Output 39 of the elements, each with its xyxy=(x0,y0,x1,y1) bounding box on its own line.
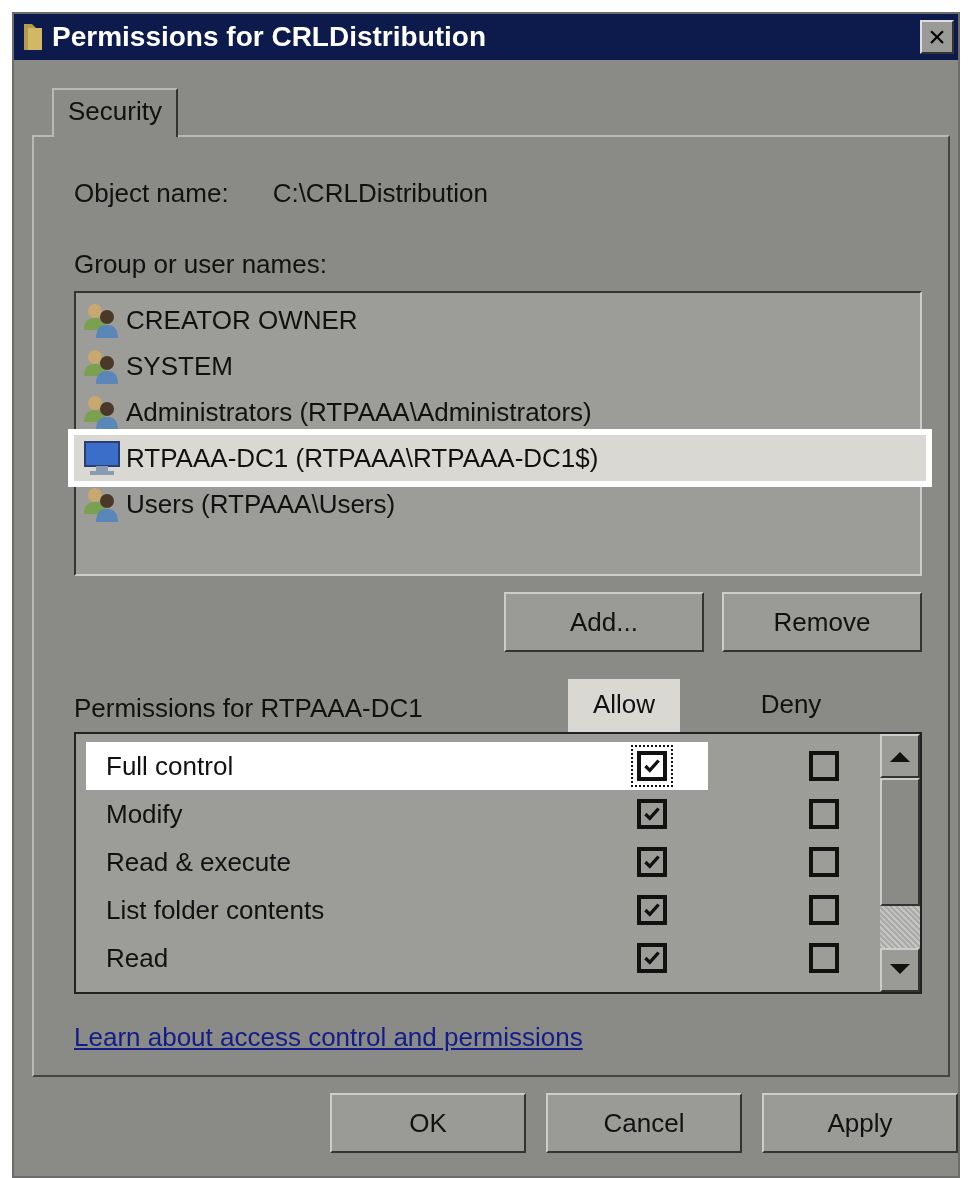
user-list-item[interactable]: Administrators (RTPAAA\Administrators) xyxy=(82,389,926,435)
close-button[interactable]: × xyxy=(920,20,954,54)
section-label: Permissions for RTPAAA-DC1 xyxy=(74,693,424,725)
allow-checkbox[interactable] xyxy=(637,847,667,877)
deny-checkbox[interactable] xyxy=(809,799,839,829)
window-title: Permissions for CRLDistribution xyxy=(52,21,488,53)
dialog-button[interactable]: Cancel xyxy=(546,1093,742,1153)
scroll-down-icon[interactable] xyxy=(880,948,920,992)
deny-checkbox[interactable] xyxy=(809,751,839,781)
user-list-item[interactable]: SYSTEM xyxy=(82,343,926,389)
permission-row: List folder contents xyxy=(76,886,880,934)
user-list-item[interactable]: Users (RTPAAA\Users) xyxy=(82,481,926,527)
dialog-button[interactable]: Remove xyxy=(722,592,922,652)
allow-checkbox[interactable] xyxy=(637,943,667,973)
deny-checkbox[interactable] xyxy=(809,847,839,877)
permission-row: Read & execute xyxy=(76,838,880,886)
permission-row: Read xyxy=(76,934,880,982)
object-name-value: C:\CRLDistribution xyxy=(272,177,488,209)
allow-checkbox[interactable] xyxy=(637,751,667,781)
scroll-up-icon[interactable] xyxy=(880,734,920,778)
deny-checkbox[interactable] xyxy=(809,895,839,925)
scroll-thumb[interactable] xyxy=(880,778,920,906)
allow-checkbox[interactable] xyxy=(637,799,667,829)
tab[interactable]: Security xyxy=(52,88,178,137)
dialog-button[interactable]: Add... xyxy=(504,592,704,652)
dialog-button[interactable]: OK xyxy=(330,1093,526,1153)
deny-checkbox[interactable] xyxy=(809,943,839,973)
section-label: Group or user names: xyxy=(74,249,328,281)
field-label: Object name: xyxy=(74,177,229,209)
scrollbar[interactable] xyxy=(880,734,920,992)
folder-icon xyxy=(22,22,44,52)
help-link[interactable]: Learn about access control and permissions xyxy=(74,1022,583,1053)
permission-row: Modify xyxy=(76,790,880,838)
user-list-item[interactable]: CREATOR OWNER xyxy=(82,297,926,343)
computer-icon xyxy=(82,438,122,478)
allow-checkbox[interactable] xyxy=(637,895,667,925)
column-header: Deny xyxy=(759,688,823,721)
dialog-button[interactable]: Apply xyxy=(762,1093,958,1153)
column-header: Allow xyxy=(568,679,680,732)
